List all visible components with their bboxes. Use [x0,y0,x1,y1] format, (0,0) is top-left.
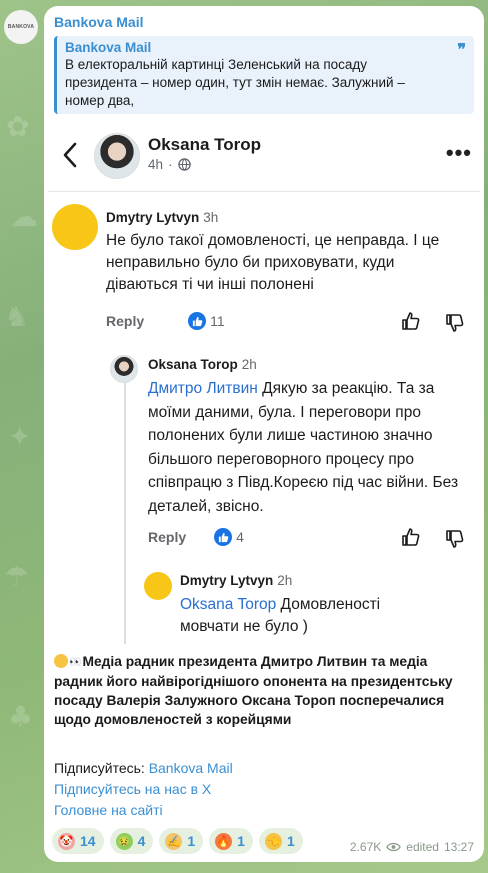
post-time: 4h [148,157,164,172]
like-badge-icon [214,528,233,546]
comment-actions: Reply 11 [106,312,225,330]
background-doodle: ✦ [8,420,32,453]
quote-title: Bankova Mail [65,40,152,55]
reply-button: Reply [106,313,145,329]
reaction-count: 1 [286,833,295,849]
like-badge-icon [188,312,207,330]
eyes-icon: 👀 [69,657,82,668]
more-options-icon: ••• [445,140,472,165]
like-count: 4 [236,529,244,545]
site-link[interactable]: Головне на сайті [54,800,478,821]
thumbs-up-icon [402,312,420,330]
embedded-screenshot[interactable]: Oksana Torop 4h · ••• Dmytry Lytvyn 3h Не… [48,124,480,644]
quote-text: В електоральній картинці Зеленський на п… [65,57,405,108]
mention-link: Oksana Torop [180,596,277,613]
divider [48,191,480,192]
reaction-pointing-hand[interactable]: 👈 1 [258,828,303,854]
thinking-face-icon [54,654,68,668]
nauseated-face-icon: 🤢 [115,832,133,850]
message-time: 13:27 [443,840,474,854]
thumbs-up-icon [402,528,420,546]
comment-text: Дмитро Литвин Дякую за реакцію. Та за мо… [148,380,459,515]
reaction-fire[interactable]: 🔥 1 [209,828,253,854]
edited-label: edited [406,840,439,854]
reaction-clown[interactable]: 🤡 14 [52,828,104,854]
reaction-count: 1 [237,833,245,849]
post-author-name: Oksana Torop [148,135,262,154]
fire-icon: 🔥 [215,832,233,850]
like-count: 11 [210,313,225,329]
commenter-avatar [110,355,138,383]
quote-mark-icon: ❞ [457,40,466,59]
post-header: Oksana Torop 4h · ••• [48,124,480,188]
comment-actions: Reply 4 [148,528,244,546]
comment-author: Dmytry Lytvyn 3h [106,210,219,225]
comment-text: Не було такої домовленості, це неправда.… [106,232,440,293]
view-count: 2.67K [349,840,382,854]
globe-icon [177,158,191,171]
writing-hand-icon: ✍ [165,832,183,850]
comment-text: Oksana Torop Домовленості мовчати не бул… [180,596,381,635]
reaction-count: 4 [137,833,146,849]
thumbs-down-icon [446,314,464,332]
message-text: 👀Медіа радник президента Дмитро Литвин т… [54,654,453,727]
commenter-avatar [52,204,98,250]
message-bubble: Bankova Mail Bankova Mail В електоральні… [44,6,484,862]
clown-face-icon: 🤡 [58,832,75,850]
comment-time: 2h [277,573,293,588]
channel-avatar-logo: BANKOVA [7,24,35,30]
background-doodle: ☁ [10,200,38,233]
background-doodle: ☂ [4,560,30,593]
background-doodle: ♞ [4,300,30,333]
message-links: Підписуйтесь: Bankova Mail Підписуйтесь … [54,758,478,821]
reply-quote[interactable]: Bankova Mail В електоральній картинці Зе… [54,36,474,114]
comment-time: 3h [203,210,219,225]
thumbs-down-icon [446,530,464,548]
reaction-writing-hand[interactable]: ✍ 1 [159,828,204,854]
reactions-bar: 🤡 14 🤢 4 ✍ 1 🔥 1 👈 1 [52,828,303,854]
thread-connector [124,554,140,582]
background-doodle: ✿ [6,110,30,143]
commenter-avatar [144,572,172,600]
channel-avatar[interactable]: BANKOVA [4,10,38,44]
pointing-hand-icon: 👈 [264,832,282,850]
mention-link: Дмитро Литвин [148,380,258,397]
comment-time: 2h [241,357,257,372]
background-doodle: ♣ [8,700,34,733]
x-link[interactable]: Підписуйтесь на нас в X [54,779,478,800]
back-arrow-icon [63,142,77,168]
reaction-nauseated[interactable]: 🤢 4 [109,828,154,854]
reply-button: Reply [148,529,187,545]
reaction-count: 1 [187,833,196,849]
channel-name[interactable]: Bankova Mail [54,14,143,30]
thread-line [124,554,126,644]
message-meta: 2.67K edited 13:27 [350,840,474,854]
reaction-count: 14 [80,833,96,849]
post-meta: 4h · [148,157,191,172]
subscribe-line: Підписуйтесь: Bankova Mail [54,760,233,776]
eye-icon [386,842,402,852]
author-avatar [94,133,140,179]
comment-author: Oksana Torop 2h [148,357,257,372]
comment-author: Dmytry Lytvyn 2h [180,573,293,588]
subscribe-link[interactable]: Bankova Mail [149,760,233,776]
